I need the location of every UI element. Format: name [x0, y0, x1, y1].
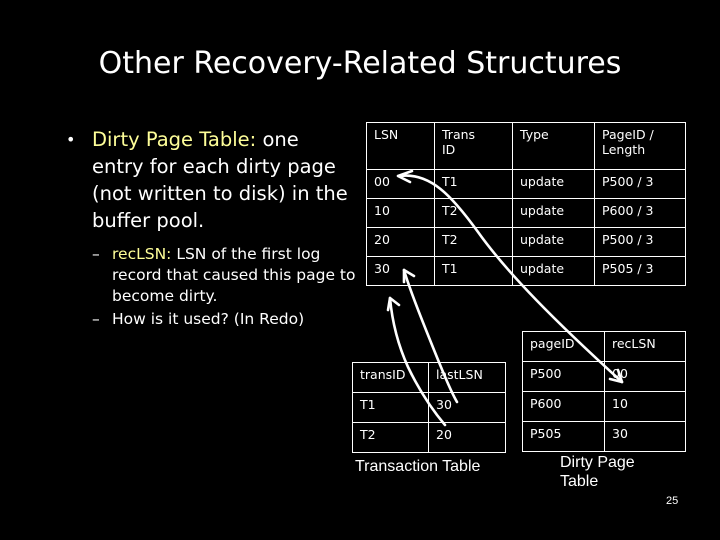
log-header-pageid-line1: PageID /	[602, 127, 654, 142]
log-cell-lsn-20: 20	[366, 227, 435, 257]
table-row: T2 20	[352, 422, 506, 453]
log-cell-pageid-r1: P600 / 3	[594, 198, 686, 228]
table-row: 20 T2 update P500 / 3	[366, 227, 686, 257]
dirty-page-table-caption-line1: Dirty Page	[560, 454, 635, 471]
table-row: T1 30	[352, 392, 506, 423]
log-cell-pageid-r0: P500 / 3	[594, 169, 686, 199]
table-header-row: LSN Trans ID Type PageID / Length	[366, 122, 686, 170]
dpt-cell-reclsn-p500: 00	[604, 361, 686, 392]
transaction-table-caption: Transaction Table	[355, 458, 481, 475]
log-cell-transid-r0: T1	[434, 169, 513, 199]
log-header-trans-id-line2: ID	[442, 142, 456, 157]
log-cell-type-r2: update	[512, 227, 595, 257]
trans-cell-lastlsn-t1: 30	[428, 392, 506, 423]
bullet-marker-disc: •	[66, 130, 76, 149]
dpt-cell-pageid-p600: P600	[522, 391, 605, 422]
dpt-cell-reclsn-p505: 30	[604, 421, 686, 452]
table-row: 00 T1 update P500 / 3	[366, 169, 686, 199]
page-title: Other Recovery-Related Structures	[98, 46, 622, 81]
table-row: 10 T2 update P600 / 3	[366, 198, 686, 228]
slide-page-number: 25	[666, 495, 679, 507]
dirty-page-table-caption-line2: Table	[560, 473, 599, 490]
table-row: P505 30	[522, 421, 686, 452]
log-header-type: Type	[512, 122, 595, 170]
trans-header-lastlsn: lastLSN	[428, 362, 506, 393]
table-row: P500 00	[522, 361, 686, 392]
bullet-highlight-dirty-page-table: Dirty Page Table:	[92, 128, 257, 151]
dpt-cell-pageid-p500: P500	[522, 361, 605, 392]
log-header-trans-id-line1: Trans	[442, 127, 476, 142]
sub-bullet-list: – recLSN: LSN of the first log record tha…	[56, 244, 356, 330]
dpt-header-pageid: pageID	[522, 331, 605, 362]
log-header-pageid-line2: Length	[602, 142, 646, 157]
log-header-lsn-line1: LSN	[374, 127, 399, 142]
dpt-cell-reclsn-p600: 10	[604, 391, 686, 422]
trans-header-transid: transID	[352, 362, 429, 393]
log-header-type-line1: Type	[520, 127, 549, 142]
trans-cell-transid-t1: T1	[352, 392, 429, 423]
slide-canvas: Other Recovery-Related Structures • Dirty…	[0, 0, 720, 540]
bullet-list: • Dirty Page Table: one entry for each di…	[56, 126, 356, 332]
log-cell-transid-r2: T2	[434, 227, 513, 257]
log-cell-type-r0: update	[512, 169, 595, 199]
bullet-marker-dash: –	[92, 245, 100, 263]
log-cell-type-r3: update	[512, 256, 595, 286]
trans-cell-transid-t2: T2	[352, 422, 429, 453]
table-header-row: pageID recLSN	[522, 331, 686, 362]
log-header-lsn: LSN	[366, 122, 435, 170]
log-cell-type-r1: update	[512, 198, 595, 228]
sub-bullet-text-how-is-it-used: How is it used? (In Redo)	[112, 310, 305, 328]
log-cell-transid-r3: T1	[434, 256, 513, 286]
dpt-cell-pageid-p505: P505	[522, 421, 605, 452]
log-header-trans-id: Trans ID	[434, 122, 513, 170]
transaction-table: transID lastLSN T1 30 T2 20	[352, 362, 506, 453]
arrowhead-into-lsn-30	[386, 296, 401, 312]
log-cell-lsn-00: 00	[366, 169, 435, 199]
dirty-page-table-caption: Dirty Page Table	[560, 453, 670, 491]
table-row: 30 T1 update P505 / 3	[366, 256, 686, 286]
sub-bullet-highlight-reclsn: recLSN:	[112, 245, 172, 263]
log-cell-pageid-r3: P505 / 3	[594, 256, 686, 286]
table-row: P600 10	[522, 391, 686, 422]
sub-bullet-how-is-it-used: – How is it used? (In Redo)	[92, 309, 356, 330]
log-cell-pageid-r2: P500 / 3	[594, 227, 686, 257]
log-cell-lsn-10: 10	[366, 198, 435, 228]
bullet-marker-dash: –	[92, 310, 100, 328]
log-cell-transid-r1: T2	[434, 198, 513, 228]
table-header-row: transID lastLSN	[352, 362, 506, 393]
bullet-dirty-page-table: • Dirty Page Table: one entry for each di…	[56, 126, 356, 234]
trans-cell-lastlsn-t2: 20	[428, 422, 506, 453]
log-cell-lsn-30: 30	[366, 256, 435, 286]
log-record-table: LSN Trans ID Type PageID / Length 00 T1 up…	[366, 122, 686, 286]
sub-bullet-reclsn: – recLSN: LSN of the first log record tha…	[92, 244, 356, 307]
dirty-page-table: pageID recLSN P500 00 P600 10 P505 30	[522, 331, 686, 452]
log-header-pageid-length: PageID / Length	[594, 122, 686, 170]
dpt-header-reclsn: recLSN	[604, 331, 686, 362]
